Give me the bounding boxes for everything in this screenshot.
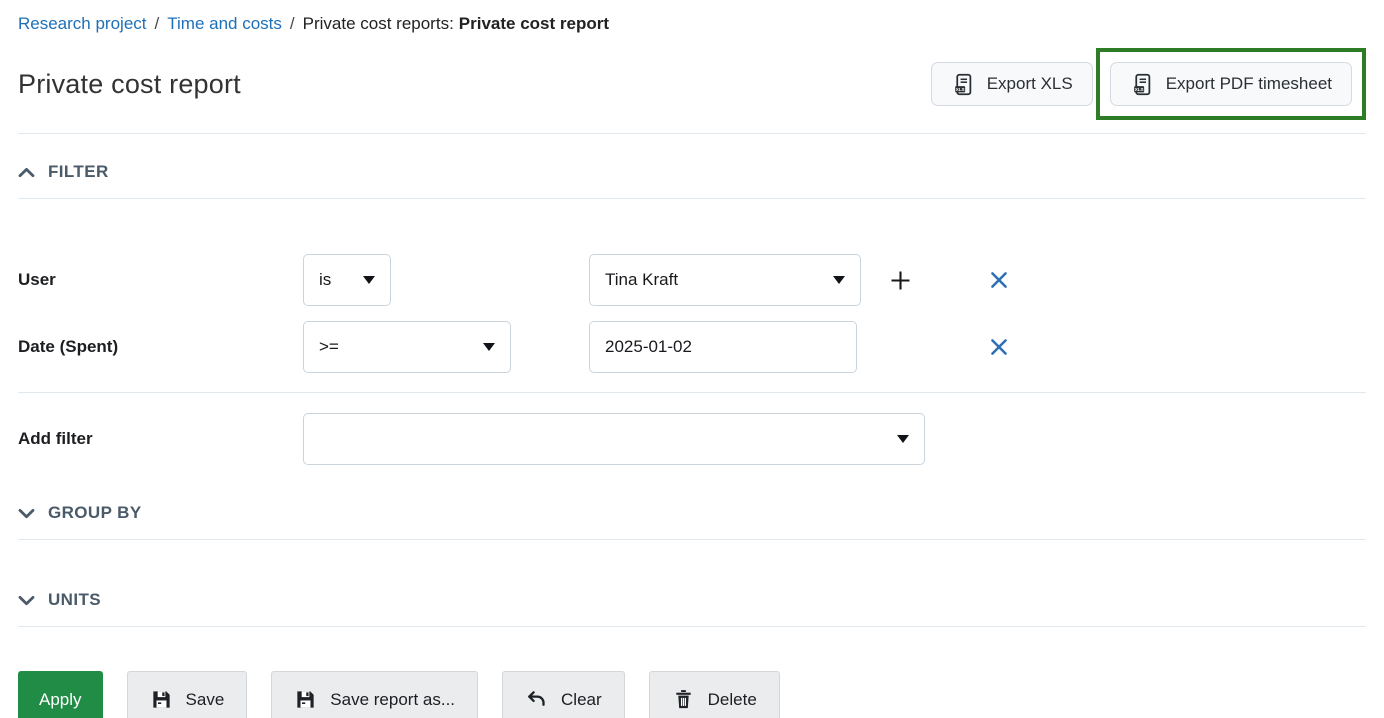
svg-text:XLS: XLS [955, 87, 964, 92]
plus-icon [889, 269, 912, 292]
filter-row-user: User is Tina Kraft [18, 254, 1366, 306]
export-pdf-timesheet-button[interactable]: XLS Export PDF timesheet [1110, 62, 1352, 106]
group-by-section-toggle[interactable]: GROUP BY [18, 503, 1366, 539]
floppy-save-icon [294, 688, 317, 711]
caret-down-icon [363, 276, 375, 284]
report-actions: Apply Save [18, 671, 1366, 718]
units-section-toggle[interactable]: UNITS [18, 590, 1366, 626]
user-operator-value: is [319, 270, 331, 290]
units-section-title: UNITS [48, 590, 101, 610]
clear-label: Clear [561, 690, 602, 710]
export-xls-label: Export XLS [987, 74, 1073, 94]
annotation-highlight-box: XLS Export PDF timesheet [1096, 48, 1366, 120]
chevron-up-icon [18, 167, 35, 178]
filter-label-date-spent: Date (Spent) [18, 337, 303, 357]
svg-text:XLS: XLS [1134, 87, 1143, 92]
add-filter-row: Add filter [18, 413, 1366, 465]
xls-file-icon: XLS [951, 72, 976, 97]
header-actions: XLS Export XLS XLS [931, 48, 1366, 120]
save-report-as-button[interactable]: Save report as... [271, 671, 478, 718]
date-operator-select[interactable]: >= [303, 321, 511, 373]
export-pdf-timesheet-label: Export PDF timesheet [1166, 74, 1332, 94]
trash-icon [672, 688, 695, 711]
breadcrumb-separator: / [290, 14, 295, 34]
delete-label: Delete [708, 690, 757, 710]
breadcrumb-link-time-and-costs[interactable]: Time and costs [167, 14, 282, 34]
add-value-button[interactable] [885, 265, 916, 296]
close-icon [989, 270, 1009, 290]
caret-down-icon [483, 343, 495, 351]
page-header: Private cost report XLS Export XLS [18, 48, 1366, 120]
group-by-section-title: GROUP BY [48, 503, 142, 523]
filter-section-title: FILTER [48, 162, 109, 182]
divider [18, 626, 1366, 627]
remove-date-filter-button[interactable] [985, 333, 1013, 361]
apply-label: Apply [39, 690, 82, 710]
save-button[interactable]: Save [127, 671, 248, 718]
filter-row-date-spent: Date (Spent) >= [18, 321, 1366, 373]
chevron-down-icon [18, 595, 35, 606]
filter-label-user: User [18, 270, 303, 290]
save-label: Save [186, 690, 225, 710]
breadcrumb-current-page: Private cost report [459, 14, 609, 34]
breadcrumb: Research project / Time and costs / Priv… [18, 0, 1366, 34]
chevron-down-icon [18, 508, 35, 519]
divider [18, 392, 1366, 393]
delete-button[interactable]: Delete [649, 671, 780, 718]
breadcrumb-link-project[interactable]: Research project [18, 14, 147, 34]
date-operator-value: >= [319, 337, 339, 357]
user-value: Tina Kraft [605, 270, 678, 290]
user-operator-select[interactable]: is [303, 254, 391, 306]
page-title: Private cost report [18, 69, 241, 100]
add-filter-select[interactable] [303, 413, 925, 465]
divider [18, 198, 1366, 199]
add-filter-label: Add filter [18, 429, 303, 449]
divider [18, 539, 1366, 540]
divider [18, 133, 1366, 134]
floppy-save-icon [150, 688, 173, 711]
clear-button[interactable]: Clear [502, 671, 625, 718]
export-xls-button[interactable]: XLS Export XLS [931, 62, 1093, 106]
user-value-select[interactable]: Tina Kraft [589, 254, 861, 306]
caret-down-icon [897, 435, 909, 443]
breadcrumb-current-prefix: Private cost reports: [303, 14, 454, 34]
undo-icon [525, 688, 548, 711]
remove-user-filter-button[interactable] [985, 266, 1013, 294]
cost-report-page: Research project / Time and costs / Priv… [0, 0, 1384, 718]
close-icon [989, 337, 1009, 357]
save-report-as-label: Save report as... [330, 690, 455, 710]
apply-button[interactable]: Apply [18, 671, 103, 718]
breadcrumb-separator: / [155, 14, 160, 34]
xls-file-icon: XLS [1130, 72, 1155, 97]
date-value-input[interactable] [589, 321, 857, 373]
filter-section-toggle[interactable]: FILTER [18, 162, 1366, 198]
caret-down-icon [833, 276, 845, 284]
